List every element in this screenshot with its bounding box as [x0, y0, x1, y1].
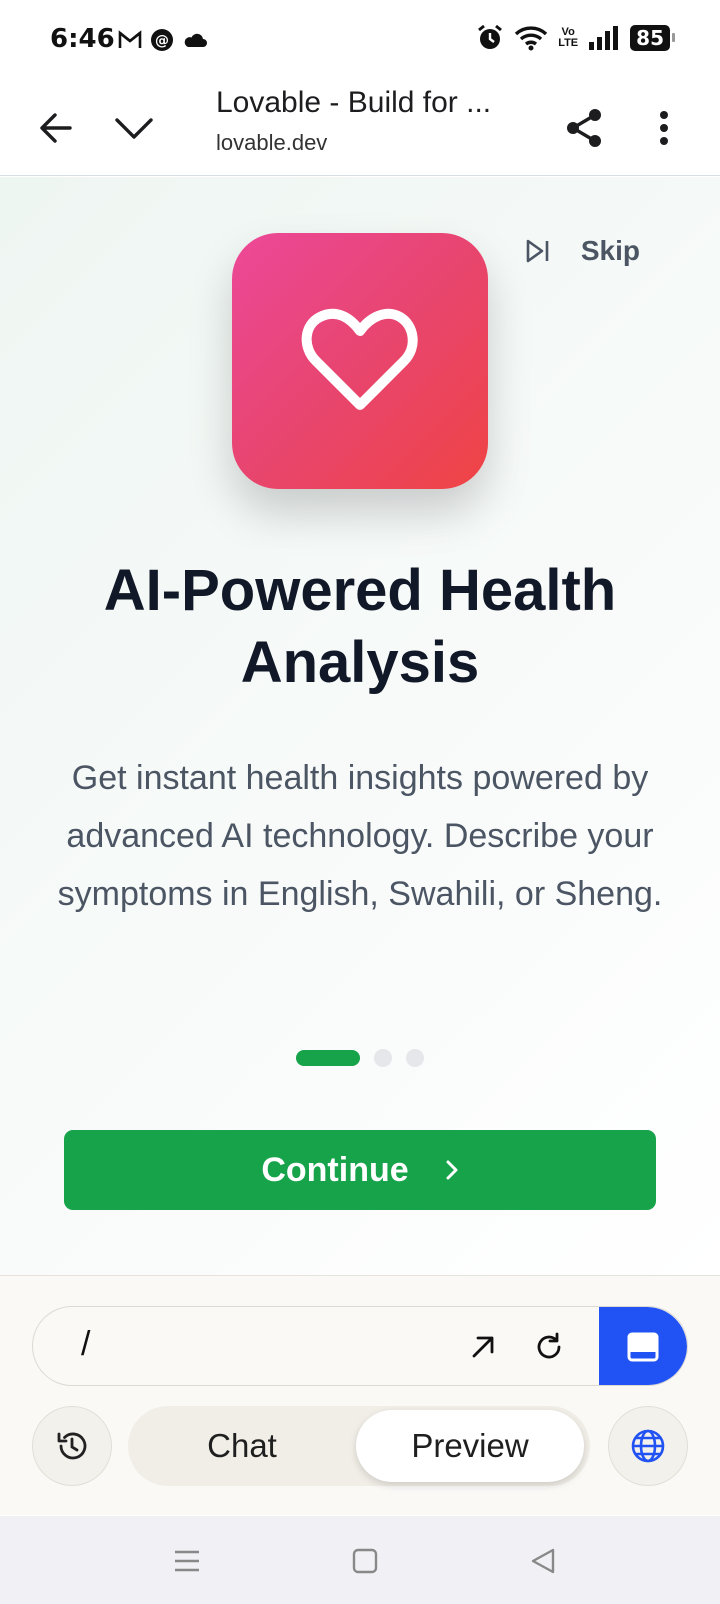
svg-text:@: @ — [155, 33, 169, 49]
more-vert-icon — [660, 111, 668, 145]
system-navigation-bar — [0, 1516, 720, 1604]
screen: 6:46 @ Vo LTE 85 Lovable - Build for ...… — [0, 0, 720, 1604]
onboarding-screen: Skip AI-Powered Health Analysis Get inst… — [0, 177, 720, 1275]
browser-toolbar: Lovable - Build for ... lovable.dev — [0, 80, 720, 176]
threads-icon: @ — [151, 29, 173, 51]
page-indicator — [0, 1049, 720, 1067]
gmail-icon — [118, 30, 142, 48]
page-url: lovable.dev — [216, 130, 328, 155]
back-nav-button[interactable] — [518, 1536, 568, 1586]
skip-next-icon — [526, 239, 549, 263]
more-options-button[interactable] — [634, 98, 694, 158]
path-input[interactable]: / — [81, 1325, 90, 1364]
square-icon — [352, 1548, 378, 1574]
back-arrow-icon — [40, 113, 72, 143]
device-frame-icon — [627, 1332, 659, 1362]
alarm-icon — [478, 24, 503, 49]
battery-icon: 85 — [630, 25, 675, 51]
status-time: 6:46 — [50, 24, 115, 54]
heart-icon — [301, 308, 418, 410]
volte-icon: Vo LTE — [558, 27, 578, 49]
share-icon — [567, 109, 601, 147]
continue-button[interactable]: Continue — [64, 1130, 656, 1210]
path-field[interactable]: / — [32, 1306, 688, 1386]
triangle-back-icon — [531, 1548, 555, 1574]
volte-line-2: LTE — [558, 37, 579, 49]
system-status-icons: Vo LTE 85 — [476, 24, 675, 52]
onboarding-headline: AI-Powered Health Analysis — [103, 558, 617, 695]
tab-preview[interactable]: Preview — [356, 1410, 584, 1482]
home-button[interactable] — [340, 1536, 390, 1586]
page-title: Lovable - Build for ... — [216, 86, 492, 119]
wifi-icon — [515, 26, 548, 51]
onboarding-description: Get instant health insights powered by a… — [57, 759, 663, 913]
notification-icons: @ — [118, 28, 208, 52]
page-dot-active[interactable] — [296, 1050, 360, 1066]
status-bar: 6:46 @ Vo LTE 85 — [0, 0, 720, 80]
cloud-icon — [184, 33, 207, 47]
recents-button[interactable] — [162, 1536, 212, 1586]
skip-button[interactable]: Skip — [525, 235, 640, 267]
menu-icon — [175, 1550, 199, 1572]
view-switcher: Chat Preview — [128, 1406, 590, 1486]
continue-label: Continue — [261, 1150, 409, 1189]
device-view-toggle[interactable] — [599, 1307, 687, 1385]
back-button[interactable] — [26, 98, 86, 158]
page-dot[interactable] — [374, 1049, 392, 1067]
preview-controls: / Chat Preview — [0, 1275, 720, 1515]
chevron-down-icon — [115, 118, 153, 139]
skip-label: Skip — [580, 235, 640, 266]
arrow-up-right-icon — [472, 1336, 494, 1358]
globe-icon — [631, 1429, 665, 1463]
publish-button[interactable] — [608, 1406, 688, 1486]
app-icon-tile — [232, 233, 488, 489]
signal-icon — [589, 26, 619, 50]
page-dot[interactable] — [406, 1049, 424, 1067]
collapse-button[interactable] — [104, 98, 164, 158]
tab-chat[interactable]: Chat — [128, 1406, 356, 1486]
chevron-right-icon — [446, 1160, 458, 1180]
history-icon — [57, 1432, 87, 1460]
open-external-button[interactable] — [461, 1325, 505, 1369]
reload-button[interactable] — [527, 1325, 571, 1369]
share-button[interactable] — [554, 98, 614, 158]
history-button[interactable] — [32, 1406, 112, 1486]
refresh-icon — [537, 1332, 561, 1359]
